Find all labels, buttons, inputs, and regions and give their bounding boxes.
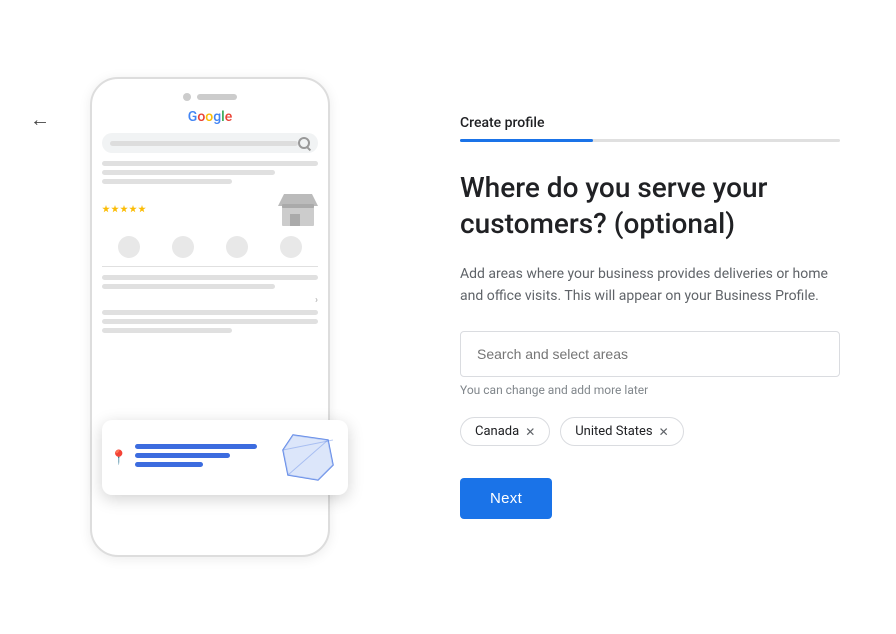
google-o1: o (197, 109, 205, 125)
phone-camera (183, 93, 191, 101)
store-icon (278, 190, 318, 228)
phone-more-lines (102, 275, 318, 289)
google-g: G (188, 109, 198, 125)
star-1 (102, 205, 110, 213)
chip-united-states-label: United States (575, 424, 652, 439)
phone-search-line (110, 141, 298, 146)
phone-illustration: Google (90, 77, 330, 557)
phone-notch (102, 93, 318, 101)
chip-canada: Canada ✕ (460, 417, 550, 446)
phone-rating-row (102, 190, 318, 228)
card-line-1 (135, 444, 256, 449)
page-title: Where do you serve your customers? (opti… (460, 170, 840, 243)
chip-united-states: United States ✕ (560, 417, 683, 446)
phone-speaker (197, 94, 237, 100)
phone-icon-row (102, 236, 318, 258)
phone-line-3 (102, 179, 232, 184)
phone-icon-save (226, 236, 248, 258)
card-line-2 (135, 453, 229, 458)
phone-search-icon (298, 137, 310, 149)
helper-text: You can change and add more later (460, 383, 840, 397)
star-4 (129, 205, 137, 213)
back-button[interactable]: ← (30, 107, 50, 132)
google-logo: Google (102, 109, 318, 125)
phone-line-7 (102, 319, 318, 324)
star-3 (120, 205, 128, 213)
google-e: e (225, 109, 233, 125)
star-5 (138, 205, 146, 213)
phone-icon-call (118, 236, 140, 258)
phone-line-2 (102, 170, 275, 175)
search-input[interactable] (460, 331, 840, 377)
phone-bottom-lines (102, 310, 318, 333)
card-pin-icon: 📍 (110, 450, 127, 466)
progress-label: Create profile (460, 115, 856, 131)
phone-line-1 (102, 161, 318, 166)
page-description: Add areas where your business provides d… (460, 263, 840, 308)
left-panel: ← Google (0, 77, 420, 557)
chip-canada-remove[interactable]: ✕ (525, 426, 535, 438)
chip-canada-label: Canada (475, 424, 519, 439)
chip-united-states-remove[interactable]: ✕ (659, 426, 669, 438)
card-text-lines (135, 444, 270, 471)
phone-icon-share (280, 236, 302, 258)
phone-chevron: › (102, 295, 318, 306)
card-line-3 (135, 462, 202, 467)
phone-line-6 (102, 310, 318, 315)
progress-bar-fill (460, 139, 593, 142)
card-overlay: 📍 (102, 420, 348, 495)
phone-result-lines (102, 161, 318, 184)
phone-search-bar (102, 133, 318, 153)
star-2 (111, 205, 119, 213)
phone-divider (102, 266, 318, 267)
next-button[interactable]: Next (460, 478, 552, 519)
progress-bar-container (460, 139, 840, 142)
page-container: ← Google (0, 0, 896, 634)
phone-icon-directions (172, 236, 194, 258)
right-panel: Create profile Where do you serve your c… (420, 85, 896, 550)
phone-line-5 (102, 284, 275, 289)
phone-line-4 (102, 275, 318, 280)
chips-row: Canada ✕ United States ✕ (460, 417, 840, 446)
phone-line-8 (102, 328, 232, 333)
google-o2: o (205, 109, 213, 125)
progress-section: Create profile (460, 115, 856, 142)
map-shape-icon (278, 430, 338, 485)
google-g2: g (213, 109, 221, 125)
phone-stars (102, 205, 146, 213)
